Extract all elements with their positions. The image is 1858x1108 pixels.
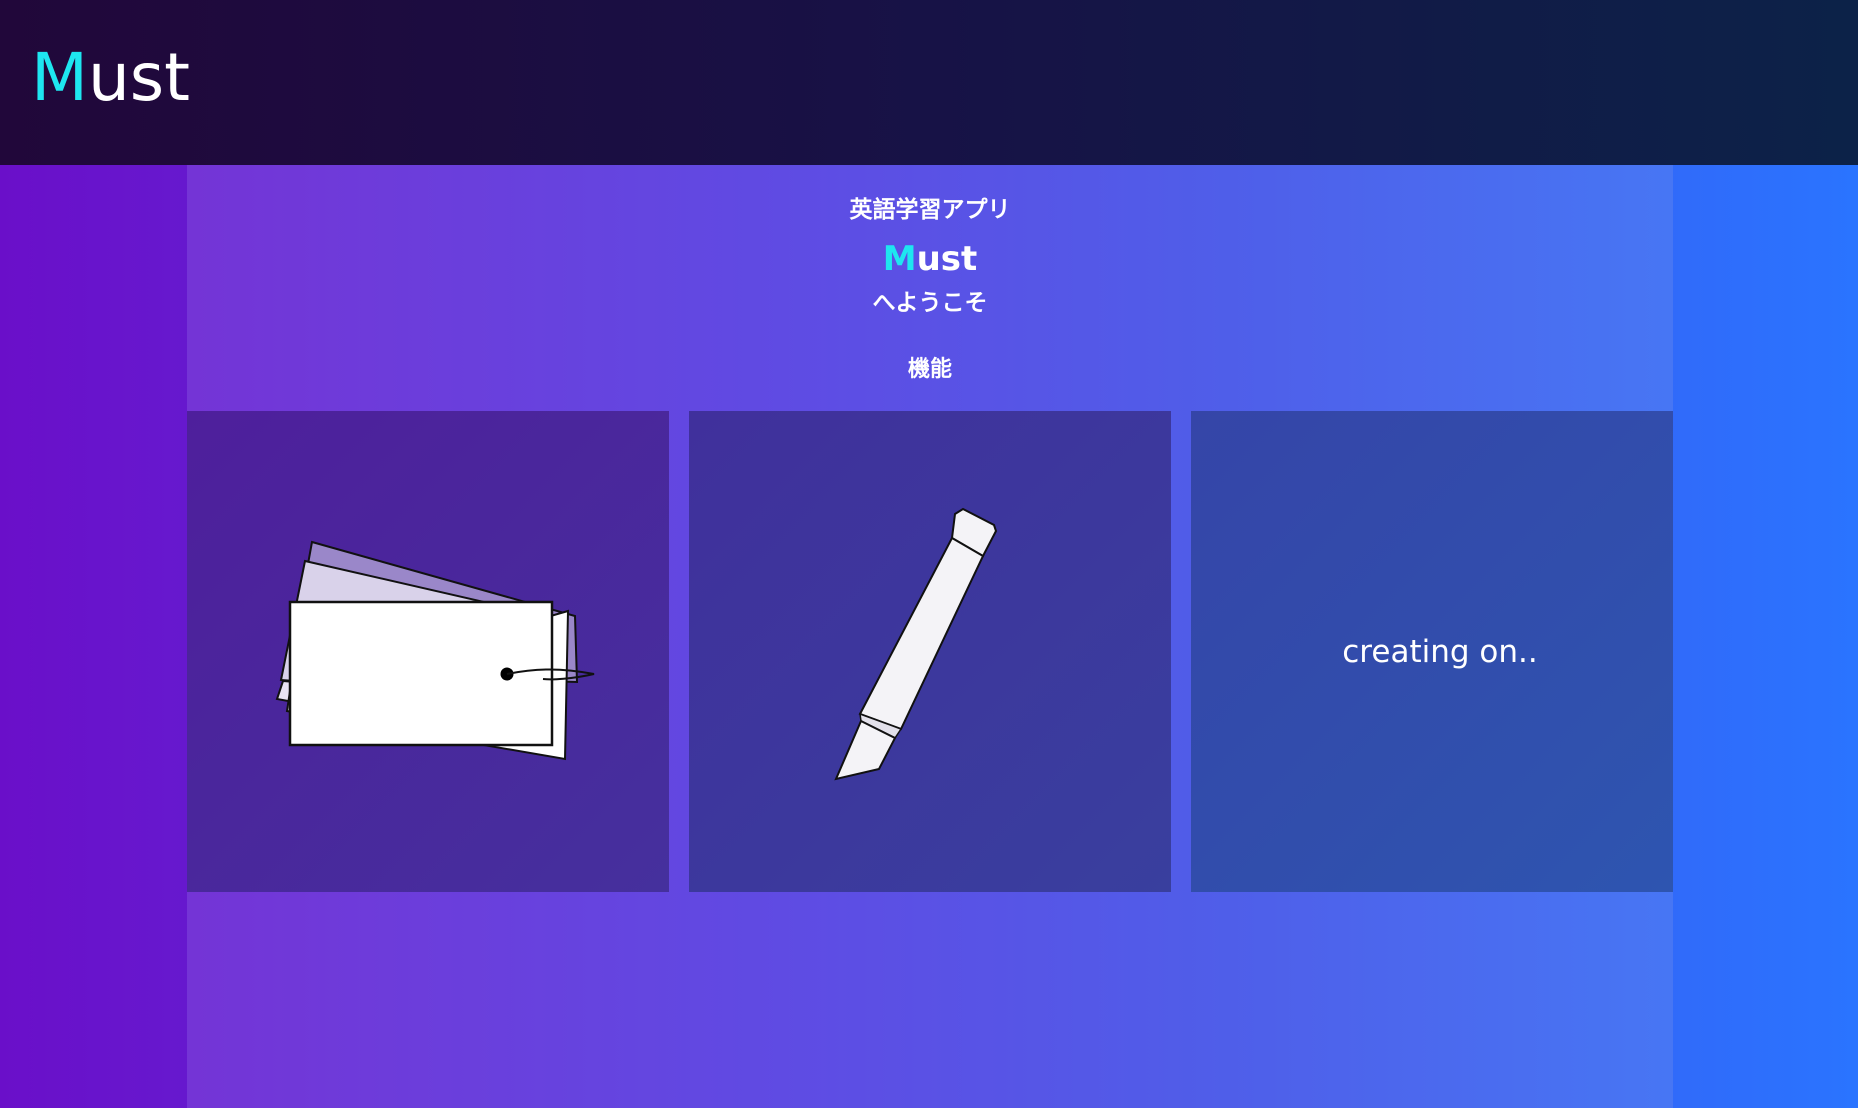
feature-cards: creating on.. xyxy=(187,411,1673,892)
top-bar: Must xyxy=(0,0,1858,165)
brand-accent-letter: M xyxy=(882,239,917,279)
main-panel: 英語学習アプリ Must へようこそ 機能 creating on.. xyxy=(187,165,1673,1108)
feature-card-coming-soon[interactable]: creating on.. xyxy=(1191,411,1673,892)
hero-brand: Must xyxy=(187,237,1673,281)
brand-rest: ust xyxy=(916,239,978,279)
logo-accent-letter: M xyxy=(31,39,88,116)
features-heading: 機能 xyxy=(907,357,952,382)
flashcards-icon xyxy=(275,540,595,761)
hero-subtitle: 英語学習アプリ xyxy=(849,197,1011,223)
logo-rest: ust xyxy=(87,39,191,116)
coming-soon-label: creating on.. xyxy=(1342,634,1538,670)
pen-icon xyxy=(834,507,998,781)
hero-welcome: へようこそ xyxy=(872,290,988,316)
app-logo[interactable]: Must xyxy=(31,36,190,120)
feature-card-pen[interactable] xyxy=(689,411,1171,892)
feature-card-flashcards[interactable] xyxy=(187,411,669,892)
